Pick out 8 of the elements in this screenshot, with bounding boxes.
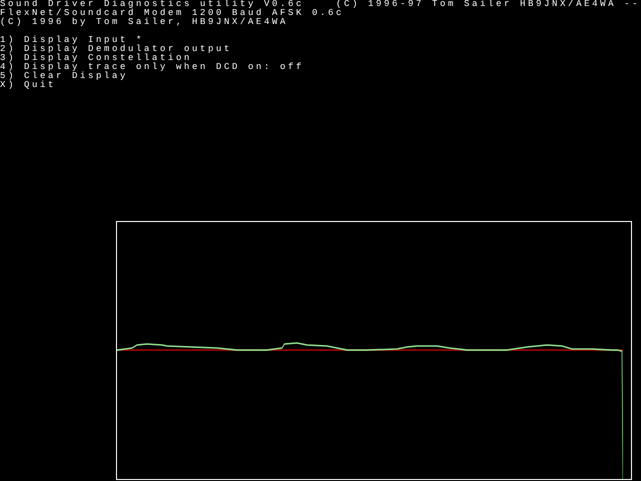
menu-option[interactable]: 2) Display Demodulator output [0, 45, 232, 54]
header-line: (C) 1996 by Tom Sailer, HB9JNX/AE4WA [0, 18, 288, 27]
menu-option[interactable]: X) Quit [0, 81, 56, 90]
menu-option[interactable]: 5) Clear Display [0, 72, 128, 81]
menu-option[interactable]: 4) Display trace only when DCD on: off [0, 63, 304, 72]
menu-option[interactable]: 1) Display Input * [0, 36, 144, 45]
header-line: FlexNet/Soundcard Modem 1200 Baud AFSK 0.6c [0, 9, 344, 18]
menu-option[interactable]: 3) Display Constellation [0, 54, 192, 63]
